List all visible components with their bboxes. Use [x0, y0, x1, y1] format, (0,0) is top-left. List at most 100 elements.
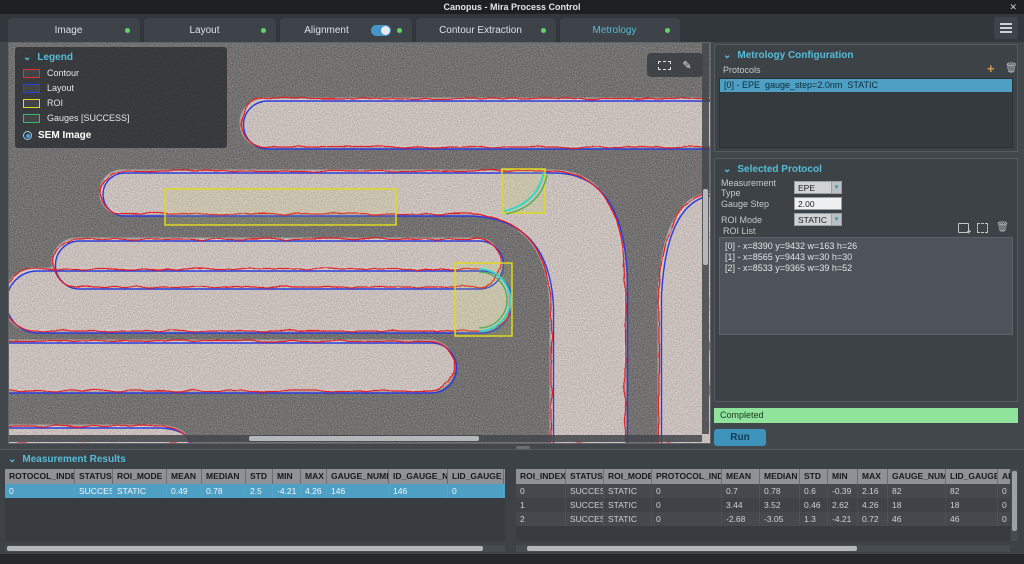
table-header-cell[interactable]: A [504, 469, 505, 484]
table-cell: STATIC [604, 484, 652, 498]
roi-rect-2[interactable] [454, 262, 513, 337]
table-cell: 146 [327, 484, 389, 498]
tab-metrology[interactable]: Metrology [560, 18, 680, 42]
scrollbar-thumb[interactable] [527, 546, 857, 551]
add-roi-icon[interactable]: + [958, 223, 971, 236]
sem-image-radio[interactable]: SEM Image [23, 130, 219, 141]
legend-item-layout[interactable]: Layout [23, 83, 219, 93]
chevron-down-icon: ⌄ [23, 52, 32, 63]
table-header-cell[interactable]: MEAN [722, 469, 760, 484]
protocol-item[interactable]: [0] - EPE gauge_step=2.0nm STATIC [720, 79, 1012, 92]
roi-results-table: ROI_INDEX▲STATUSROI_MODEPROTOCOL_INDEXME… [516, 469, 1010, 541]
delete-protocol-icon[interactable]: 🗑 [1005, 64, 1018, 74]
table-header-cell[interactable]: LID_GAUGE_NUMB [946, 469, 998, 484]
table-cell: -4.21 [273, 484, 301, 498]
table-header-cell[interactable]: MEDIAN [760, 469, 800, 484]
table-row[interactable]: 1SUCCESSSTATIC03.443.520.462.624.2618180 [516, 498, 1010, 512]
tab-image[interactable]: Image [8, 18, 140, 42]
edit-pencil-icon[interactable]: ✎ [683, 59, 692, 72]
table-cell: 0.46 [800, 498, 828, 512]
legend-item-gauges[interactable]: Gauges [SUCCESS] [23, 113, 219, 123]
metrology-configuration-header[interactable]: ⌄ Metrology Configuration [715, 45, 1017, 61]
scrollbar-thumb[interactable] [7, 546, 483, 551]
gauges-swatch [23, 113, 40, 123]
table-header-cell[interactable]: ROI_MODE [113, 469, 167, 484]
alignment-toggle[interactable] [371, 24, 391, 36]
table-header-cell[interactable]: STD [246, 469, 273, 484]
table-cell: 82 [888, 484, 946, 498]
toggle-knob [381, 25, 390, 35]
status-dot [665, 27, 670, 33]
table-cell: 4.26 [301, 484, 327, 498]
chevron-down-icon: ⌄ [723, 164, 732, 175]
measurement-results-header[interactable]: ⌄ Measurement Results [8, 454, 126, 465]
legend-item-contour[interactable]: Contour [23, 68, 219, 78]
tab-layout[interactable]: Layout [144, 18, 276, 42]
table-cell: -0.39 [828, 484, 858, 498]
table-cell: 0 [652, 512, 722, 526]
legend-item-roi[interactable]: ROI [23, 98, 219, 108]
scrollbar-thumb[interactable] [249, 436, 479, 441]
table-header-cell[interactable]: GAUGE_NUMBER [327, 469, 389, 484]
close-icon[interactable]: ✕ [1009, 0, 1017, 14]
roi-mode-dropdown[interactable]: STATIC ▾ [794, 213, 842, 226]
table-cell: 0 [998, 512, 1010, 526]
protocols-label: Protocols [723, 65, 761, 75]
table-header-cell[interactable]: ALID [998, 469, 1010, 484]
table-cell: SUCCESS [566, 512, 604, 526]
table-cell: STATIC [604, 512, 652, 526]
table-cell: 4.26 [858, 498, 888, 512]
table-header-cell[interactable]: STATUS [75, 469, 113, 484]
gauge-step-input[interactable]: 2.00 [794, 197, 842, 210]
run-button[interactable]: Run [714, 429, 766, 446]
table-header-cell[interactable]: MIN [828, 469, 858, 484]
table-header-row: ROTOCOL_INDE▲STATUSROI_MODEMEANMEDIANSTD… [5, 469, 505, 484]
table-header-cell[interactable]: ROTOCOL_INDE▲ [5, 469, 75, 484]
roi-list-item[interactable]: [1] - x=8565 y=9443 w=30 h=30 [725, 252, 1012, 263]
table-row[interactable]: 2SUCCESSSTATIC0-2.68-3.051.3-4.210.72464… [516, 512, 1010, 526]
roi-rect-1[interactable] [501, 168, 546, 214]
table-cell: 146 [389, 484, 448, 498]
table-cell: SUCCESS [566, 484, 604, 498]
viewer-vertical-scrollbar [702, 43, 709, 434]
select-region-icon[interactable] [658, 60, 672, 70]
table-row[interactable]: 0SUCCESSSTATIC00.70.780.6-0.392.1682820 [516, 484, 1010, 498]
table-header-cell[interactable]: PROTOCOL_INDEX [652, 469, 722, 484]
table-header-cell[interactable]: MIN [273, 469, 301, 484]
selected-protocol-header[interactable]: ⌄ Selected Protocol [715, 159, 1017, 175]
table-header-cell[interactable]: STATUS [566, 469, 604, 484]
add-protocol-icon[interactable]: + [987, 62, 995, 75]
legend-panel: ⌄ Legend Contour Layout ROI Gauges [SUCCE… [15, 47, 227, 148]
protocols-list: [0] - EPE gauge_step=2.0nm STATIC [719, 78, 1013, 148]
table-cell: 0 [652, 498, 722, 512]
table-header-cell[interactable]: MAX [858, 469, 888, 484]
table-cell: 1.3 [800, 512, 828, 526]
viewer-horizontal-scrollbar [9, 435, 702, 442]
table-header-cell[interactable]: STD [800, 469, 828, 484]
legend-header[interactable]: ⌄ Legend [23, 52, 219, 63]
scrollbar-thumb[interactable] [703, 189, 708, 265]
roi-rect-0[interactable] [164, 188, 397, 226]
table-header-cell[interactable]: LID_GAUGE_NUM [448, 469, 504, 484]
table-header-cell[interactable]: GAUGE_NUMBER [888, 469, 946, 484]
roi-list-item[interactable]: [0] - x=8390 y=9432 w=163 h=26 [725, 241, 1012, 252]
menu-icon[interactable] [994, 17, 1018, 39]
measurement-type-dropdown[interactable]: EPE ▾ [794, 181, 842, 194]
splitter-handle[interactable] [516, 446, 530, 449]
left-table-scrollbar [5, 545, 505, 552]
delete-roi-icon[interactable]: 🗑 [996, 223, 1009, 233]
table-header-cell[interactable]: MEDIAN [202, 469, 246, 484]
table-header-cell[interactable]: ROI_INDEX▲ [516, 469, 566, 484]
table-header-cell[interactable]: MAX [301, 469, 327, 484]
auto-roi-icon[interactable] [977, 223, 989, 233]
table-row[interactable]: 0SUCCESSSTATIC0.490.782.5-4.214.26146146… [5, 484, 505, 498]
roi-list-item[interactable]: [2] - x=8533 y=9365 w=39 h=52 [725, 263, 1012, 274]
tab-contour-extraction[interactable]: Contour Extraction [416, 18, 556, 42]
tab-image-label: Image [54, 24, 83, 36]
scrollbar-thumb[interactable] [1012, 471, 1017, 531]
table-header-cell[interactable]: MEAN [167, 469, 202, 484]
table-header-cell[interactable]: ID_GAUGE_NUME [389, 469, 448, 484]
tab-alignment[interactable]: Alignment [280, 18, 412, 42]
table-header-cell[interactable]: ROI_MODE [604, 469, 652, 484]
gauge-step-row: Gauge Step 2.00 [721, 197, 1011, 210]
